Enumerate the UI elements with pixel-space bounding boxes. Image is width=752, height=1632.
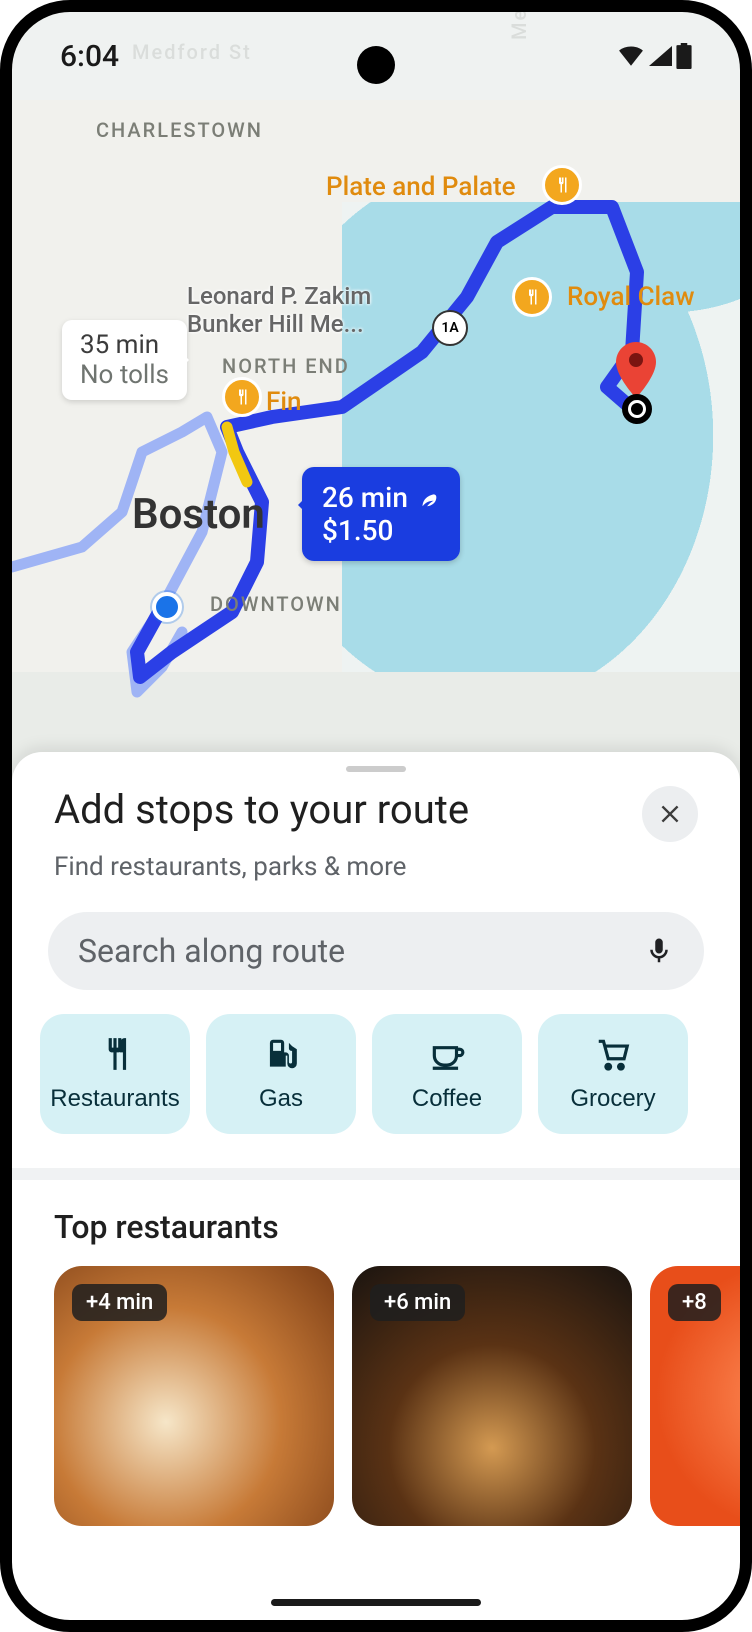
signal-icon xyxy=(648,46,672,66)
battery-icon xyxy=(676,43,692,69)
mic-icon[interactable] xyxy=(644,936,674,966)
wifi-icon xyxy=(618,46,644,66)
destination-pin-icon xyxy=(616,342,656,398)
chip-label: Grocery xyxy=(570,1085,655,1113)
chip-label: Coffee xyxy=(412,1085,482,1113)
cart-icon xyxy=(594,1035,632,1073)
destination-target-icon xyxy=(622,394,652,424)
sheet-drag-handle[interactable] xyxy=(346,766,406,772)
neighborhood-label: CHARLESTOWN xyxy=(96,118,263,142)
section-title: Top restaurants xyxy=(12,1180,740,1266)
current-location-dot xyxy=(152,592,182,622)
restaurant-pin-icon[interactable] xyxy=(222,377,262,417)
sheet-subtitle: Find restaurants, parks & more xyxy=(12,852,740,906)
camera-cutout xyxy=(357,46,395,84)
detour-badge: +4 min xyxy=(72,1284,167,1321)
close-button[interactable] xyxy=(642,786,698,842)
coffee-icon xyxy=(428,1035,466,1073)
chip-label: Restaurants xyxy=(50,1085,179,1113)
restaurant-card[interactable]: +6 min xyxy=(352,1266,632,1526)
chip-restaurants[interactable]: Restaurants xyxy=(40,1014,190,1134)
route-main-info[interactable]: 26 min $1.50 xyxy=(302,467,460,561)
sheet-title: Add stops to your route xyxy=(54,786,469,833)
poi-label[interactable]: Fin xyxy=(266,387,301,417)
city-label: Boston xyxy=(132,490,265,539)
restaurant-card[interactable]: +8 xyxy=(650,1266,740,1526)
restaurant-cards-row[interactable]: +4 min +6 min +8 xyxy=(12,1266,740,1526)
landmark-label: Leonard P. Zakim xyxy=(187,282,371,310)
bottom-sheet[interactable]: Add stops to your route Find restaurants… xyxy=(12,752,740,1620)
home-indicator[interactable] xyxy=(271,1599,481,1606)
chip-grocery[interactable]: Grocery xyxy=(538,1014,688,1134)
chip-label: Gas xyxy=(259,1085,303,1113)
route-alt-time: 35 min xyxy=(80,330,169,360)
poi-label[interactable]: Royal Claw xyxy=(567,282,695,312)
restaurant-icon xyxy=(96,1035,134,1073)
restaurant-pin-icon[interactable] xyxy=(512,277,552,317)
detour-badge: +6 min xyxy=(370,1284,465,1321)
gas-icon xyxy=(262,1035,300,1073)
restaurant-card[interactable]: +4 min xyxy=(54,1266,334,1526)
divider xyxy=(12,1168,740,1180)
map-canvas[interactable]: Medford St Meridian St CHARLESTOWN NORTH… xyxy=(12,12,740,782)
poi-label[interactable]: Plate and Palate xyxy=(326,172,516,202)
chip-coffee[interactable]: Coffee xyxy=(372,1014,522,1134)
search-input[interactable]: Search along route xyxy=(48,912,704,990)
route-alt-info[interactable]: 35 min No tolls xyxy=(62,320,187,400)
clock: 6:04 xyxy=(60,39,119,74)
route-alt-detail: No tolls xyxy=(80,360,169,390)
category-chips-row: Restaurants Gas Coffee Grocery xyxy=(12,1014,740,1168)
search-placeholder: Search along route xyxy=(78,932,345,970)
route-shield: 1A xyxy=(432,310,468,346)
leaf-icon xyxy=(418,487,440,509)
status-icons xyxy=(618,43,692,69)
route-main-time: 26 min xyxy=(322,481,408,514)
landmark-label: Bunker Hill Me... xyxy=(187,310,364,338)
neighborhood-label: NORTH END xyxy=(222,354,350,378)
detour-badge: +8 xyxy=(668,1284,721,1321)
screen: Medford St Meridian St CHARLESTOWN NORTH… xyxy=(12,12,740,1620)
chip-gas[interactable]: Gas xyxy=(206,1014,356,1134)
restaurant-pin-icon[interactable] xyxy=(542,165,582,205)
route-main-cost: $1.50 xyxy=(322,514,440,547)
close-icon xyxy=(657,801,683,827)
neighborhood-label: DOWNTOWN xyxy=(210,592,342,616)
